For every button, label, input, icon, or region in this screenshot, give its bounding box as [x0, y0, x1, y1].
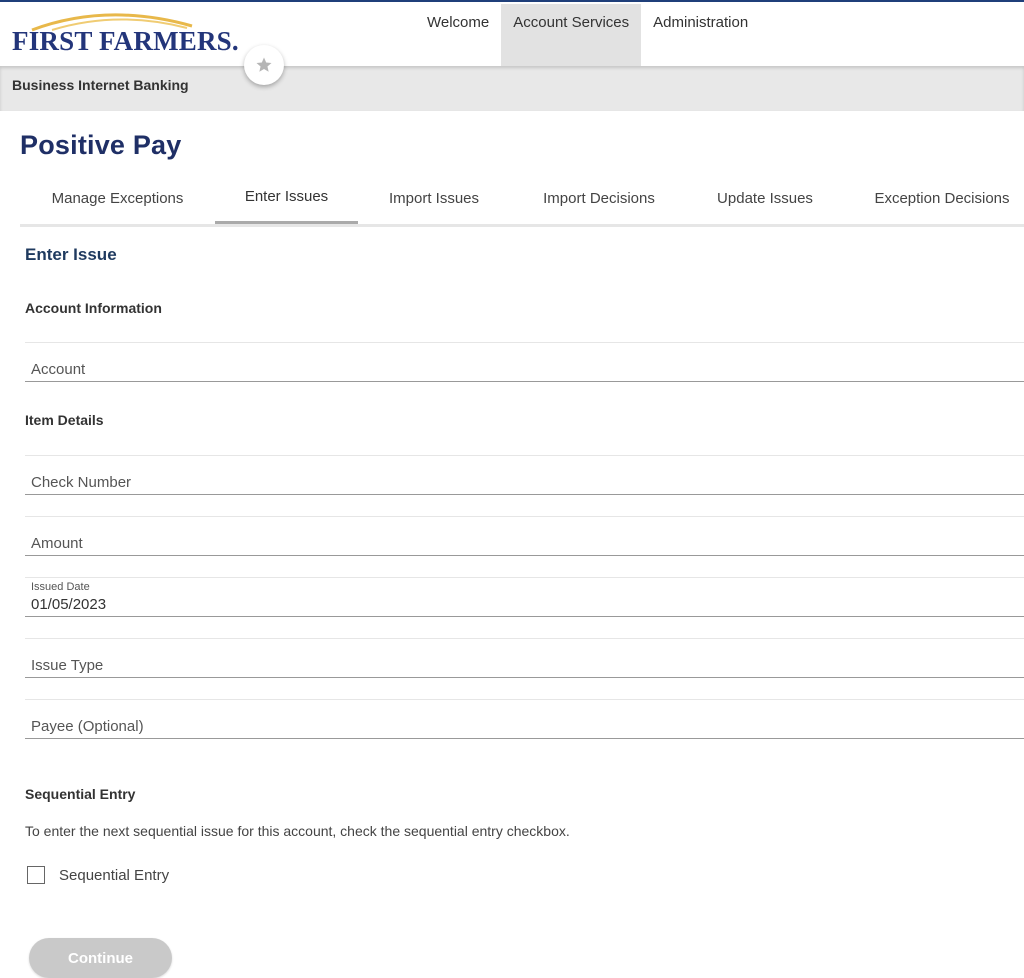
page-title: Positive Pay	[20, 130, 182, 160]
tab-bar: Manage Exceptions Enter Issues Import Is…	[20, 180, 1024, 227]
account-information-heading: Account Information	[25, 300, 162, 316]
nav-account-services[interactable]: Account Services	[501, 4, 642, 68]
continue-button[interactable]: Continue	[29, 938, 172, 978]
sequential-entry-description: To enter the next sequential issue for t…	[25, 823, 570, 839]
brand-name: FIRST FARMERS.	[12, 26, 239, 56]
issue-type-select[interactable]: Issue Type	[25, 638, 1024, 678]
issued-date-value: 01/05/2023	[31, 596, 107, 613]
sub-header-bar: Business Internet Banking	[0, 66, 1024, 111]
account-select[interactable]: Account	[25, 342, 1024, 382]
tab-manage-exceptions[interactable]: Manage Exceptions	[20, 180, 215, 224]
brand-logo[interactable]: FIRST FARMERS.	[12, 8, 252, 60]
app-header: FIRST FARMERS. Welcome Account Services …	[0, 2, 1024, 68]
tab-exception-decisions[interactable]: Exception Decisions	[842, 180, 1024, 224]
tab-update-issues[interactable]: Update Issues	[688, 180, 842, 224]
sequential-entry-label: Sequential Entry	[59, 866, 170, 884]
nav-welcome[interactable]: Welcome	[415, 4, 501, 68]
amount-input[interactable]: Amount	[25, 516, 1024, 556]
sequential-entry-checkbox[interactable]	[27, 866, 45, 884]
tab-import-decisions[interactable]: Import Decisions	[510, 180, 688, 224]
star-icon	[256, 57, 272, 72]
item-details-heading: Item Details	[25, 412, 104, 428]
issued-date-input[interactable]: Issued Date 01/05/2023	[25, 577, 1024, 617]
form-title: Enter Issue	[25, 245, 117, 264]
issued-date-label: Issued Date	[31, 581, 90, 593]
check-number-placeholder: Check Number	[31, 474, 132, 491]
sequential-entry-option[interactable]: Sequential Entry	[27, 866, 169, 884]
amount-placeholder: Amount	[31, 535, 83, 552]
check-number-input[interactable]: Check Number	[25, 455, 1024, 495]
sequential-entry-heading: Sequential Entry	[25, 786, 136, 802]
issue-type-placeholder: Issue Type	[31, 657, 104, 674]
account-placeholder: Account	[31, 361, 86, 378]
nav-administration[interactable]: Administration	[641, 4, 760, 68]
payee-placeholder: Payee (Optional)	[31, 718, 144, 735]
main-nav: Welcome Account Services Administration	[415, 4, 760, 68]
tab-enter-issues[interactable]: Enter Issues	[215, 180, 358, 224]
payee-input[interactable]: Payee (Optional)	[25, 699, 1024, 739]
tab-import-issues[interactable]: Import Issues	[358, 180, 510, 224]
app-subtitle: Business Internet Banking	[12, 77, 189, 93]
favorite-button[interactable]	[244, 45, 284, 85]
